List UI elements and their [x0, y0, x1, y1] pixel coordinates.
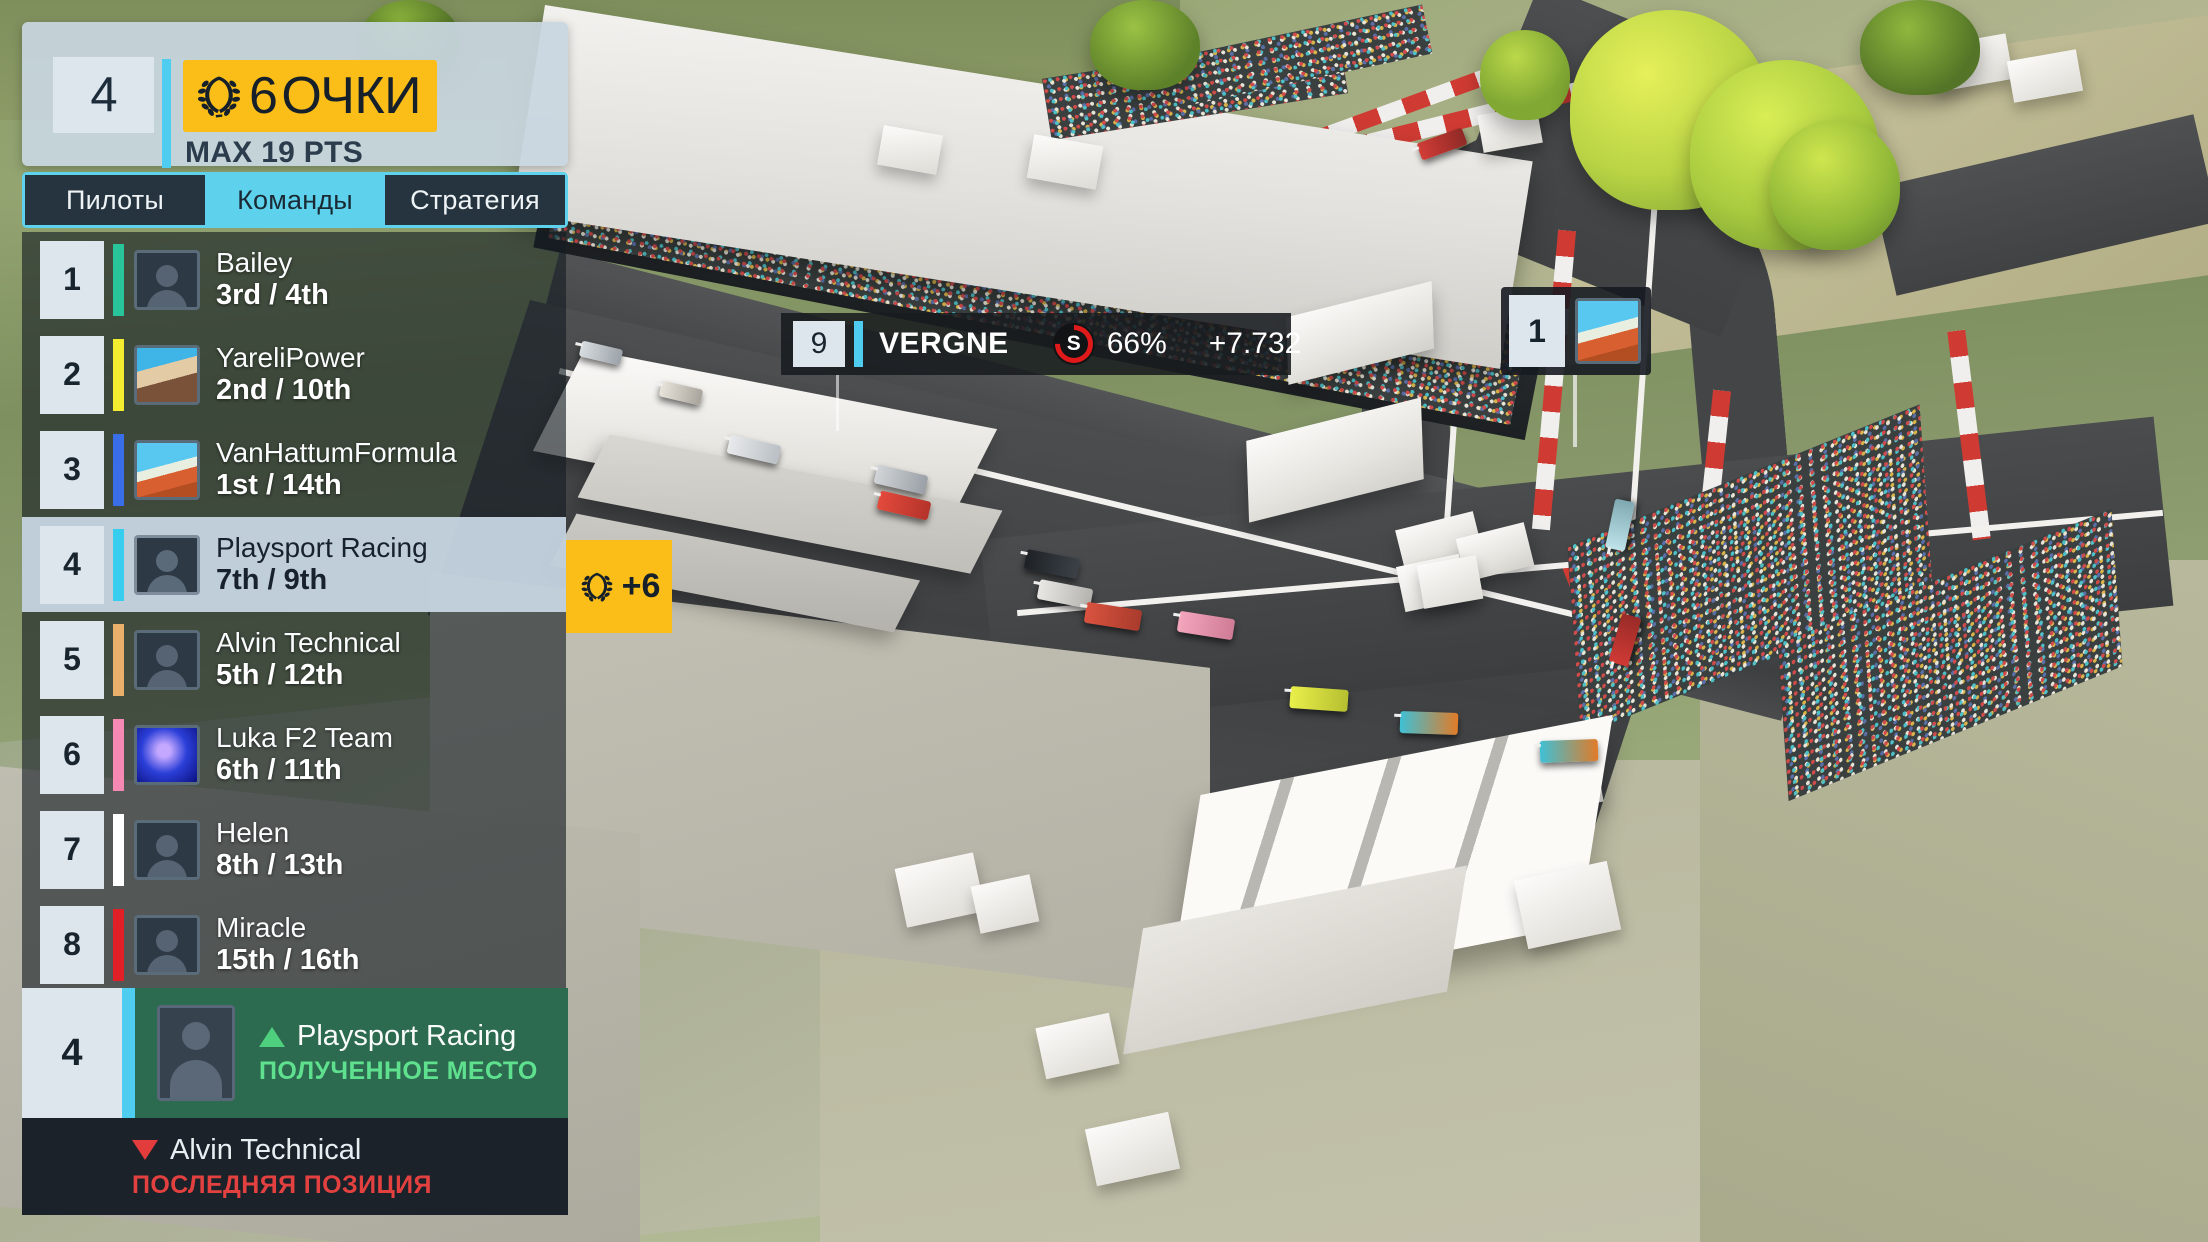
max-points-label: MAX 19 PTS — [185, 136, 364, 169]
gained-label: ПОЛУЧЕННОЕ МЕСТО — [259, 1057, 538, 1085]
driver-name: VERGNE — [879, 327, 1009, 360]
team-name: Bailey — [216, 247, 293, 279]
avatar — [134, 914, 200, 975]
tree — [1860, 0, 1980, 95]
team-positions: 6th / 11th — [216, 753, 342, 786]
driver-info-tooltip[interactable]: 9 VERGNE S 66% +7.732 — [781, 313, 1301, 375]
tab-strategy[interactable]: Стратегия — [385, 175, 565, 225]
tree — [1480, 30, 1570, 120]
table-row[interactable]: 3 VanHattumFormula 1st / 14th — [22, 422, 566, 517]
team-positions: 5th / 12th — [216, 658, 344, 691]
avatar — [134, 344, 200, 405]
lost-team-name: Alvin Technical — [170, 1133, 362, 1166]
team-positions: 8th / 13th — [216, 848, 344, 881]
avatar — [134, 249, 200, 310]
tab-teams[interactable]: Команды — [205, 175, 385, 225]
team-color-bar — [113, 908, 124, 981]
row-rank: 6 — [40, 715, 104, 794]
laurel-wreath-icon — [581, 572, 613, 602]
game-screen: 4 6 ОЧКИ MAX 19 PTS Пилоты Команды Страт… — [0, 0, 2208, 1242]
marker-position: 1 — [1509, 295, 1565, 367]
team-color-bar — [113, 813, 124, 886]
team-color-bar — [113, 243, 124, 316]
track-position-marker[interactable]: 1 — [1501, 287, 1651, 375]
lost-label: ПОСЛЕДНЯЯ ПОЗИЦИЯ — [132, 1170, 432, 1199]
laurel-wreath-icon — [197, 76, 241, 118]
tyre-compound-letter: S — [1066, 332, 1081, 355]
position-lost-panel: Alvin Technical ПОСЛЕДНЯЯ ПОЗИЦИЯ — [22, 1118, 568, 1215]
position-gained-panel: 4 Playsport Racing ПОЛУЧЕННОЕ МЕСТО — [22, 988, 568, 1118]
team-color-bar — [113, 528, 124, 601]
row-rank: 8 — [40, 905, 104, 984]
team-name: Luka F2 Team — [216, 722, 393, 754]
points-delta: +6 — [621, 567, 661, 605]
points-summary-card: 4 6 ОЧКИ MAX 19 PTS — [22, 22, 568, 169]
table-row[interactable]: 6 Luka F2 Team 6th / 11th — [22, 707, 566, 802]
avatar — [1575, 298, 1641, 364]
row-rank: 1 — [40, 240, 104, 319]
team-color-accent — [162, 59, 171, 168]
team-color-accent — [122, 988, 135, 1118]
avatar — [134, 629, 200, 690]
row-rank: 2 — [40, 335, 104, 414]
points-gained-badge: +6 — [566, 540, 672, 633]
team-name: Helen — [216, 817, 290, 849]
marker-stem — [1573, 375, 1577, 447]
team-positions: 7th / 9th — [216, 563, 328, 596]
soft-tyre-icon: S — [1046, 317, 1101, 371]
row-rank: 3 — [40, 430, 104, 509]
avatar — [134, 724, 200, 785]
row-rank: 5 — [40, 620, 104, 699]
race-car — [1399, 710, 1459, 736]
table-row[interactable]: 5 Alvin Technical 5th / 12th — [22, 612, 566, 707]
tree — [1090, 0, 1200, 90]
team-name: Miracle — [216, 912, 307, 944]
points-badge: 6 ОЧКИ — [183, 60, 438, 132]
table-row[interactable]: 4 Playsport Racing 7th / 9th — [22, 517, 566, 612]
driver-position: 9 — [793, 321, 845, 367]
table-row[interactable]: 7 Helen 8th / 13th — [22, 802, 566, 897]
table-row[interactable]: 8 Miracle 15th / 16th — [22, 897, 566, 992]
table-row[interactable]: 2 YareliPower 2nd / 10th — [22, 327, 566, 422]
team-color-bar — [113, 338, 124, 411]
team-name: VanHattumFormula — [216, 437, 457, 469]
team-name: Alvin Technical — [216, 627, 401, 659]
race-car — [1289, 686, 1349, 712]
team-positions: 2nd / 10th — [216, 373, 352, 406]
gained-rank: 4 — [22, 988, 122, 1118]
tab-drivers[interactable]: Пилоты — [25, 175, 205, 225]
avatar — [134, 439, 200, 500]
points-value: 6 — [249, 67, 278, 125]
team-standings-list[interactable]: 1 Bailey 3rd / 4th 2 YareliPower 2nd / 1… — [22, 232, 566, 992]
team-positions: 3rd / 4th — [216, 278, 329, 311]
team-positions: 1st / 14th — [216, 468, 342, 501]
tree — [1770, 120, 1900, 250]
tooltip-stem — [836, 375, 839, 431]
standings-tabbar: Пилоты Команды Стратегия — [22, 172, 568, 228]
tyre-wear-value: 66% — [1106, 327, 1167, 360]
team-color-bar — [113, 623, 124, 696]
gained-team-name: Playsport Racing — [297, 1020, 517, 1052]
current-position: 4 — [53, 57, 154, 133]
table-row[interactable]: 1 Bailey 3rd / 4th — [22, 232, 566, 327]
team-color-bar — [113, 718, 124, 791]
triangle-up-icon — [259, 1026, 285, 1047]
avatar — [157, 1005, 235, 1101]
team-name: Playsport Racing — [216, 532, 428, 564]
team-name: YareliPower — [216, 342, 365, 374]
race-car — [1539, 738, 1599, 764]
gap-value: +7.732 — [1208, 327, 1302, 360]
team-positions: 15th / 16th — [216, 943, 360, 976]
points-label: ОЧКИ — [281, 67, 422, 125]
avatar — [134, 819, 200, 880]
team-color-bar — [113, 433, 124, 506]
avatar — [134, 534, 200, 595]
row-rank: 4 — [40, 525, 104, 604]
row-rank: 7 — [40, 810, 104, 889]
team-color-accent — [854, 321, 863, 367]
triangle-down-icon — [132, 1140, 158, 1160]
